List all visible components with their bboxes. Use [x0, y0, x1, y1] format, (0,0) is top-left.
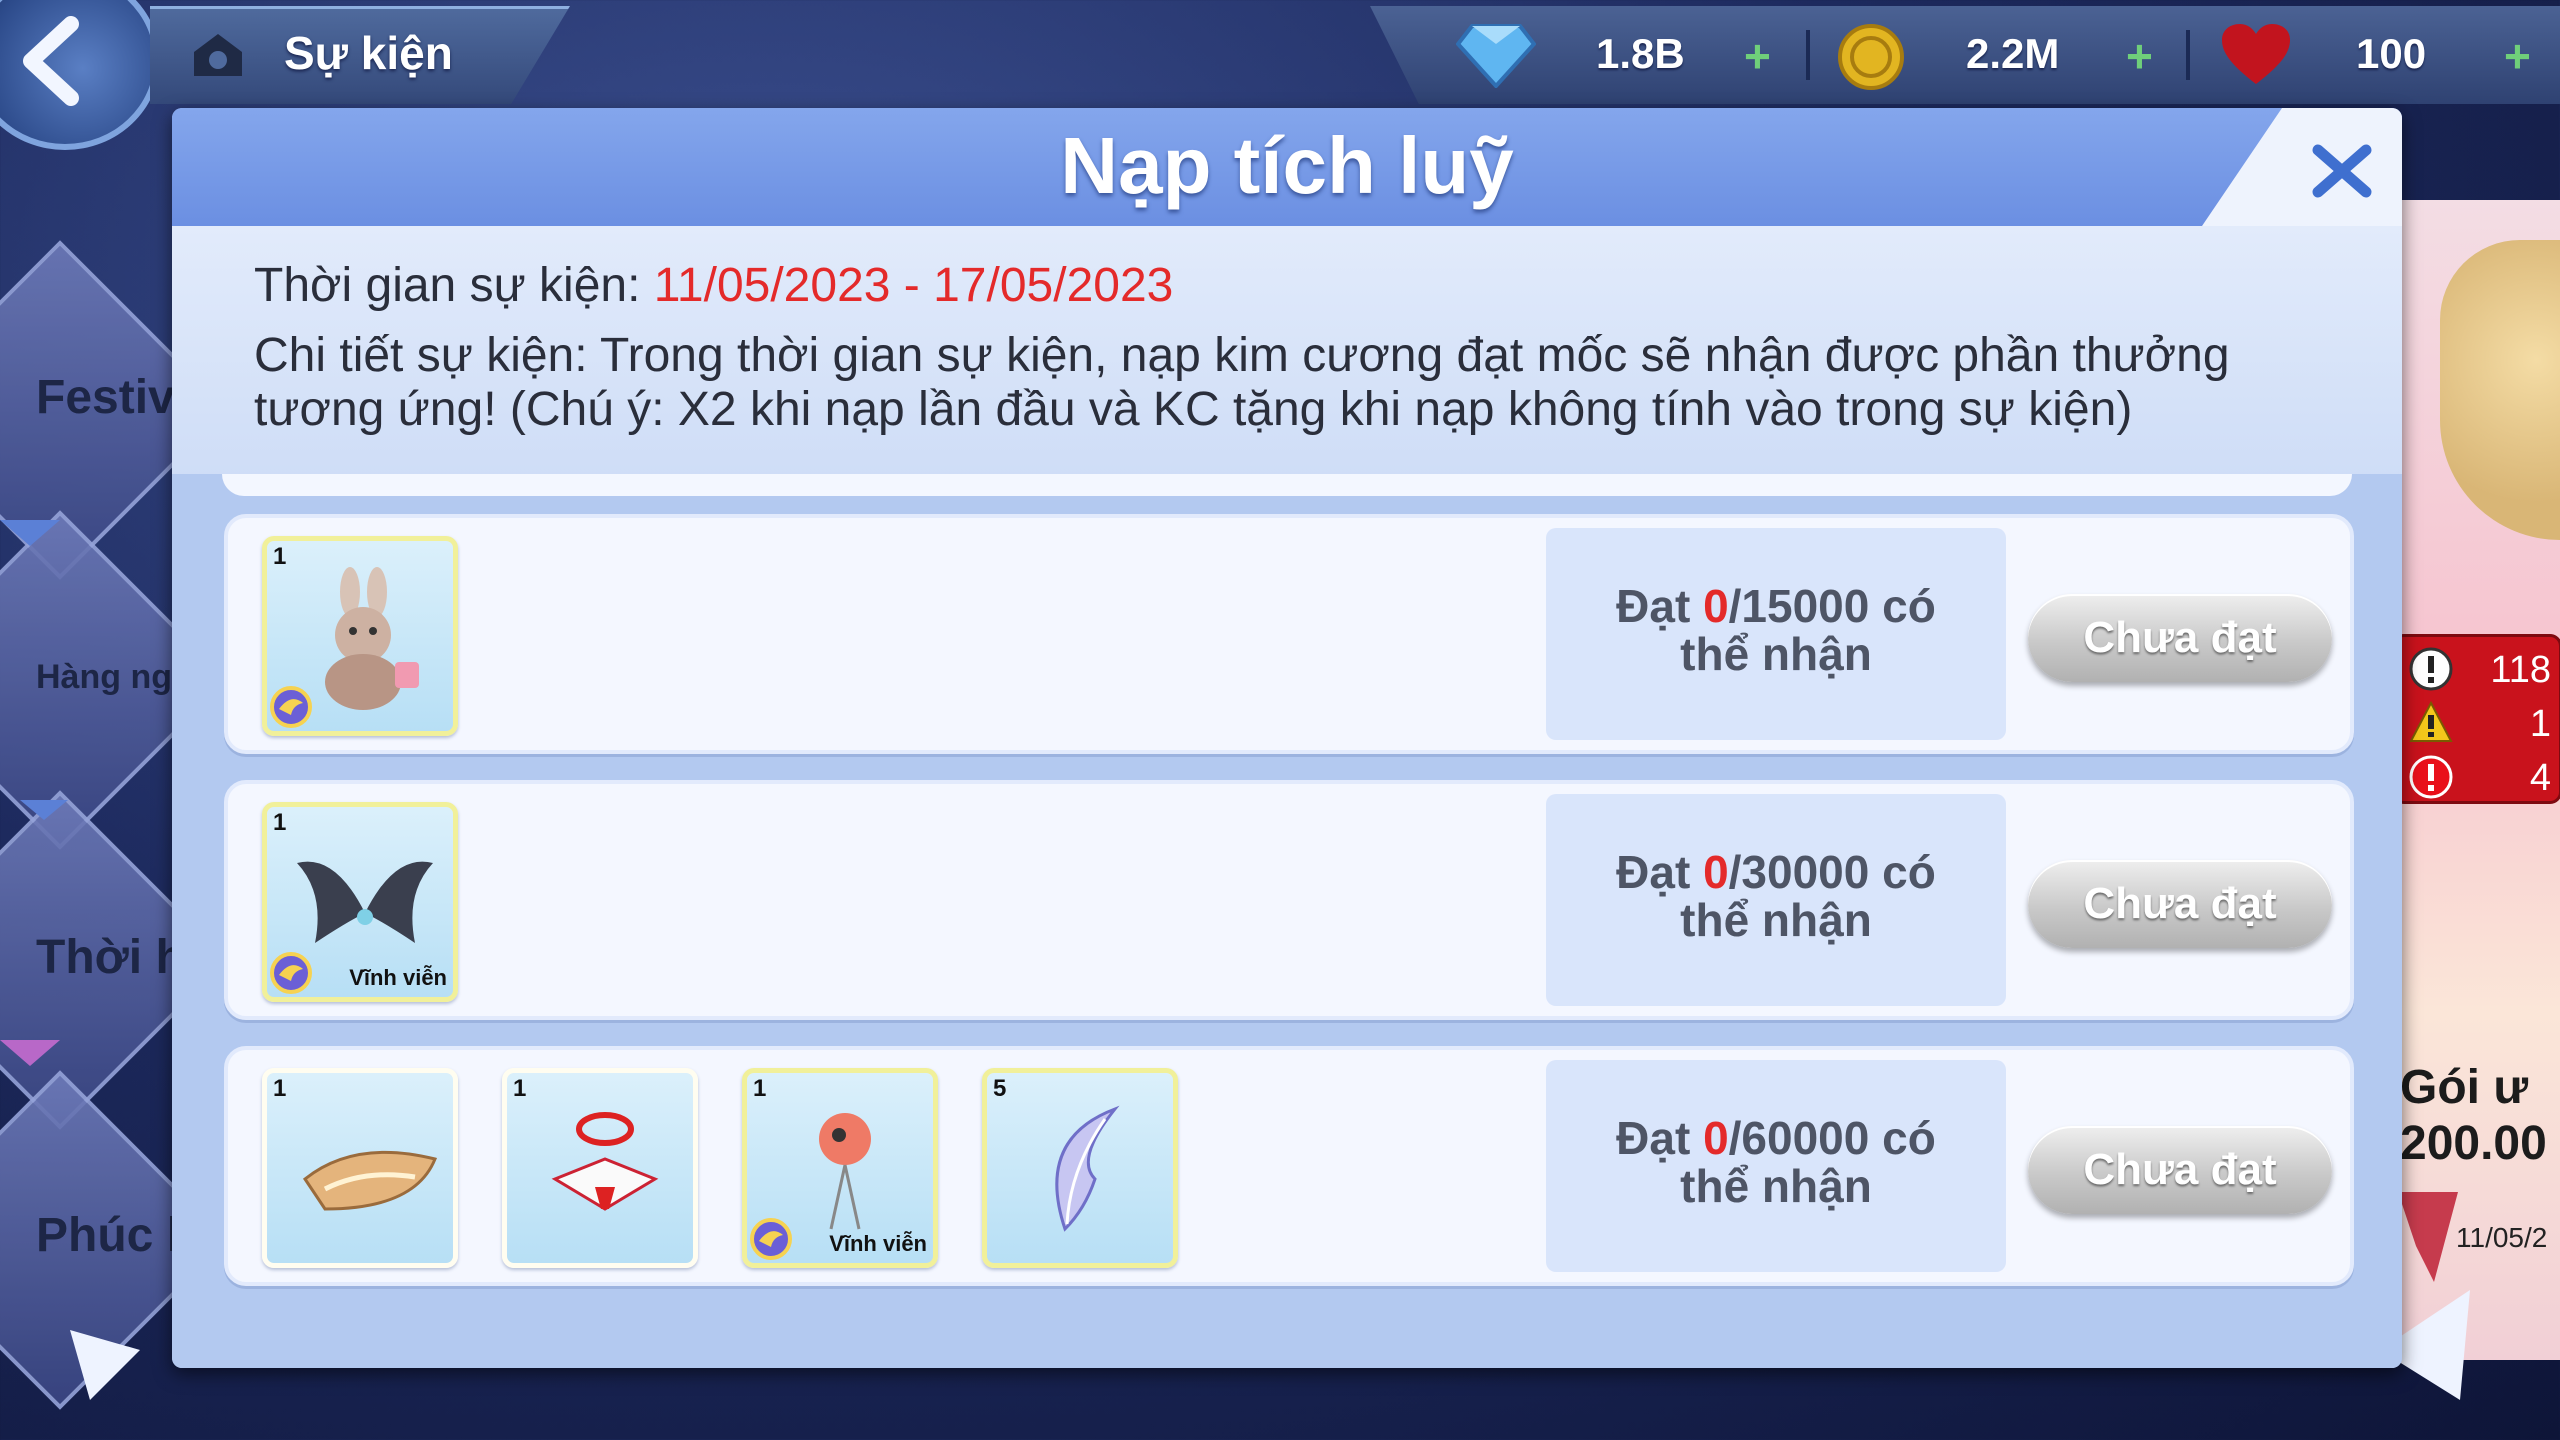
claim-status-button[interactable]: Chưa đạt: [2028, 594, 2332, 682]
item-quantity: 1: [513, 1075, 527, 1102]
claim-status-button[interactable]: Chưa đạt: [2028, 1126, 2332, 1214]
target-value: /30000 có: [1728, 846, 1936, 898]
pack-title: Gói ư: [2400, 1061, 2529, 1114]
sidebar-item-welfare[interactable]: Phúc l: [36, 1208, 180, 1263]
warning-icon: [2409, 701, 2453, 742]
heart-count: 100: [2356, 30, 2427, 77]
wing-badge-icon: [270, 686, 312, 728]
event-time-value: 11/05/2023 - 17/05/2023: [653, 259, 1174, 312]
alert-info-row: 118: [2409, 645, 2559, 693]
item-quantity: 1: [273, 1075, 287, 1102]
coin-count: 2.2M: [1966, 30, 2060, 77]
permanent-label: Vĩnh viễn: [349, 965, 447, 990]
bunny-plush-icon: [325, 567, 419, 710]
condition-text: Đạt 0/15000 có thể nhận: [1546, 582, 2006, 678]
divider: [1806, 30, 1810, 80]
condition-suffix: thể nhận: [1680, 894, 1872, 946]
reward-item[interactable]: 1 Vĩnh viễn: [262, 802, 458, 1002]
home-icon: [194, 34, 242, 76]
reward-row: 1 1 1 Vĩnh viễn 5 Đạt 0/60000 có thể nhậ…: [224, 1046, 2354, 1286]
permanent-label: Vĩnh viễn: [829, 1231, 927, 1256]
debug-alert-box[interactable]: 118 1 4: [2392, 634, 2560, 804]
sparkle-icon: [70, 1330, 140, 1400]
info-alert-icon: [2409, 647, 2453, 691]
reward-item[interactable]: 1 Vĩnh viễn: [742, 1068, 938, 1268]
close-icon[interactable]: [2312, 144, 2372, 198]
item-quantity: 1: [273, 809, 287, 836]
progress-value: 0: [1703, 580, 1729, 632]
warning-count: 1: [2529, 703, 2551, 745]
add-coin-button[interactable]: +: [2126, 33, 2153, 79]
reward-item[interactable]: 1: [262, 1068, 458, 1268]
event-time-label: Thời gian sự kiện:: [254, 259, 654, 312]
right-pack-label: Gói ư 200.00: [2400, 1060, 2547, 1172]
diamond-icon: [1456, 24, 1536, 88]
page-title: Sự kiện: [284, 27, 453, 79]
coin-icon: [1838, 24, 1904, 90]
target-value: /60000 có: [1728, 1112, 1936, 1164]
reward-item[interactable]: 5: [982, 1068, 1178, 1268]
feather-icon: [1055, 1105, 1120, 1232]
condition-box: Đạt 0/60000 có thể nhận: [1546, 1060, 2006, 1272]
golden-bundle-icon: [302, 1150, 438, 1211]
pack-price: 200.00: [2400, 1117, 2547, 1170]
event-time: Thời gian sự kiện: 11/05/2023 - 17/05/20…: [254, 258, 1173, 313]
condition-text: Đạt 0/30000 có thể nhận: [1546, 848, 2006, 944]
item-quantity: 1: [273, 543, 287, 570]
condition-suffix: thể nhận: [1680, 1160, 1872, 1212]
claim-status-button[interactable]: Chưa đạt: [2028, 860, 2332, 948]
scrolled-row-edge: [222, 474, 2352, 496]
arrow-left-icon: [23, 16, 79, 106]
progress-value: 0: [1703, 1112, 1729, 1164]
condition-box: Đạt 0/15000 có thể nhận: [1546, 528, 2006, 740]
bird-balloon-icon: [819, 1113, 871, 1230]
sidebar-arrow-icon: [0, 520, 60, 546]
condition-prefix: Đạt: [1616, 1112, 1704, 1164]
condition-prefix: Đạt: [1616, 846, 1704, 898]
modal-title: Nạp tích luỹ: [1060, 121, 1514, 210]
divider: [2186, 30, 2190, 80]
reward-item[interactable]: 1: [262, 536, 458, 736]
event-details-line1: Chi tiết sự kiện: Trong thời gian sự kiệ…: [254, 329, 2230, 382]
progress-value: 0: [1703, 846, 1729, 898]
error-count: 4: [2529, 757, 2551, 799]
reward-item[interactable]: 1: [502, 1068, 698, 1268]
target-value: /15000 có: [1728, 580, 1936, 632]
add-heart-button[interactable]: +: [2504, 33, 2531, 79]
condition-box: Đạt 0/30000 có thể nhận: [1546, 794, 2006, 1006]
info-alert-count: 118: [2490, 649, 2551, 691]
event-details-line2: tương ứng! (Chú ý: X2 khi nạp lần đầu và…: [254, 383, 2133, 436]
back-button[interactable]: [0, 0, 160, 150]
add-diamond-button[interactable]: +: [1744, 33, 1771, 79]
error-icon: [2409, 755, 2453, 799]
sidebar-arrow-icon: [0, 1040, 60, 1066]
condition-prefix: Đạt: [1616, 580, 1704, 632]
reward-row: 1 Vĩnh viễn Đạt 0/30000 có thể nhận Chưa…: [224, 780, 2354, 1020]
wing-badge-icon: [750, 1218, 792, 1260]
reward-list[interactable]: 1 Đạt 0/15000 có thể nhận Chưa đạt 1 Vĩn…: [172, 474, 2402, 1368]
wing-badge-icon: [270, 952, 312, 994]
condition-text: Đạt 0/60000 có thể nhận: [1546, 1114, 2006, 1210]
gift-box-icon: [551, 1112, 659, 1211]
sidebar-arrow-icon: [20, 800, 68, 820]
dark-wings-icon: [297, 861, 433, 943]
item-quantity: 1: [753, 1075, 767, 1102]
item-quantity: 5: [993, 1075, 1007, 1102]
sidebar-item-festival[interactable]: Festiv: [36, 370, 175, 425]
sidebar-item-daily[interactable]: Hàng ng: [36, 658, 172, 697]
pack-date: 11/05/2: [2456, 1222, 2548, 1253]
alert-warning-row: 1: [2409, 699, 2559, 747]
heart-icon: [2222, 24, 2290, 84]
reward-row: 1 Đạt 0/15000 có thể nhận Chưa đạt: [224, 514, 2354, 754]
cumulative-topup-modal: Nạp tích luỹ Thời gian sự kiện: 11/05/20…: [172, 108, 2402, 1368]
condition-suffix: thể nhận: [1680, 628, 1872, 680]
diamond-count: 1.8B: [1596, 30, 1685, 77]
alert-error-row: 4: [2409, 753, 2559, 801]
